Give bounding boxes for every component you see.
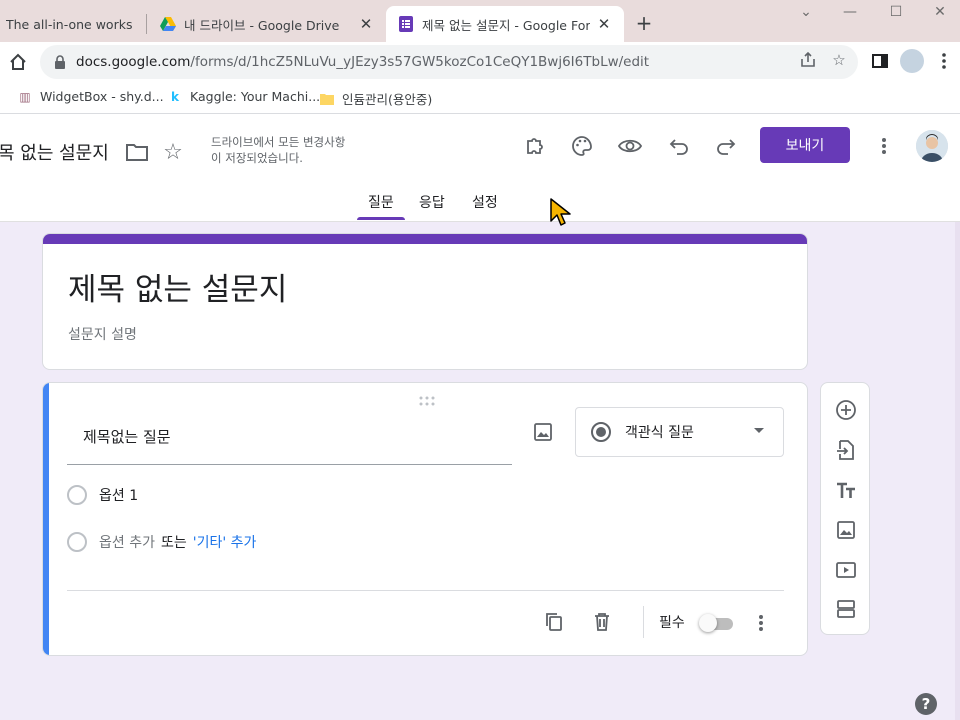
required-toggle[interactable] bbox=[699, 614, 735, 632]
question-card[interactable]: 제목없는 질문 객관식 질문 옵션 1 옵션 추가 또는 '기타' 추가 필수 bbox=[42, 382, 808, 656]
forms-header: 목 없는 설문지 ☆ 드라이브에서 모든 변경사항 이 저장되었습니다. 보내기… bbox=[0, 114, 960, 222]
browser-menu-icon[interactable] bbox=[934, 52, 954, 72]
add-section-icon[interactable] bbox=[834, 597, 858, 621]
question-type-dropdown[interactable]: 객관식 질문 bbox=[575, 407, 784, 457]
add-image-icon[interactable] bbox=[834, 518, 858, 542]
option-row[interactable]: 옵션 1 bbox=[67, 485, 138, 505]
maximize-button[interactable]: ☐ bbox=[876, 4, 916, 24]
close-tab-icon[interactable]: ✕ bbox=[358, 15, 374, 33]
tab-search-icon[interactable]: ⌄ bbox=[786, 4, 826, 24]
bookmark-label: 인듐관리(용안중) bbox=[342, 92, 433, 107]
tab-google-forms[interactable]: 제목 없는 설문지 - Google Form ✕ bbox=[386, 6, 624, 42]
question-more-options-icon[interactable] bbox=[753, 612, 769, 634]
add-video-icon[interactable] bbox=[834, 558, 858, 582]
bookmark-star-icon[interactable]: ☆ bbox=[830, 51, 848, 69]
add-option-link[interactable]: 옵션 추가 bbox=[99, 532, 155, 552]
help-icon[interactable]: ? bbox=[915, 693, 937, 715]
tab-settings[interactable]: 설정 bbox=[472, 192, 498, 212]
google-drive-icon bbox=[160, 16, 176, 32]
tab-title: 내 드라이브 - Google Drive bbox=[184, 17, 340, 33]
add-option-row: 옵션 추가 또는 '기타' 추가 bbox=[67, 532, 256, 552]
bookmark-widgetbox[interactable]: ▥ WidgetBox - shy.d... bbox=[18, 89, 164, 104]
duplicate-icon[interactable] bbox=[542, 610, 566, 634]
lock-icon bbox=[54, 55, 66, 69]
tab-title: The all-in-one worksp bbox=[6, 16, 132, 32]
customize-theme-palette-icon[interactable] bbox=[570, 134, 594, 158]
dropdown-arrow-icon bbox=[754, 428, 764, 433]
url-path: /forms/d/1hcZ5NLuVu_yJEzy3s57GW5kozCo1Ce… bbox=[190, 54, 650, 70]
floating-toolbar bbox=[820, 382, 870, 635]
addons-puzzle-icon[interactable] bbox=[523, 134, 547, 158]
radio-circle-icon bbox=[67, 532, 87, 552]
bookmarks-bar: ▥ WidgetBox - shy.d... k Kaggle: Your Ma… bbox=[0, 82, 960, 114]
add-image-icon[interactable] bbox=[531, 420, 555, 444]
theme-color-bar bbox=[43, 234, 807, 244]
close-window-button[interactable]: ✕ bbox=[920, 4, 960, 24]
bookmark-kaggle[interactable]: k Kaggle: Your Machi... bbox=[168, 89, 320, 104]
kaggle-icon: k bbox=[171, 89, 179, 104]
undo-icon[interactable] bbox=[667, 134, 691, 158]
move-to-folder-icon[interactable] bbox=[125, 140, 149, 164]
google-forms-icon bbox=[398, 16, 414, 32]
url-host: docs.google.com bbox=[76, 54, 191, 70]
footer-separator bbox=[643, 606, 644, 638]
form-title-card[interactable]: 제목 없는 설문지 설문지 설명 bbox=[42, 233, 808, 370]
active-tab-indicator bbox=[357, 217, 405, 220]
save-status: 드라이브에서 모든 변경사항 이 저장되었습니다. bbox=[211, 134, 345, 166]
bookmark-label: Kaggle: Your Machi... bbox=[190, 89, 321, 104]
document-title[interactable]: 목 없는 설문지 bbox=[0, 139, 109, 165]
drag-handle-icon[interactable] bbox=[418, 391, 436, 406]
url-input[interactable]: docs.google.com/forms/d/1hcZ5NLuVu_yJEzy… bbox=[40, 45, 858, 79]
save-status-line: 드라이브에서 모든 변경사항 bbox=[211, 135, 346, 149]
share-icon[interactable] bbox=[799, 51, 817, 69]
tab-notion[interactable]: The all-in-one worksp bbox=[0, 6, 144, 42]
send-button[interactable]: 보내기 bbox=[760, 127, 850, 163]
add-question-icon[interactable] bbox=[834, 398, 858, 422]
side-panel-icon[interactable] bbox=[870, 52, 890, 72]
question-footer-divider bbox=[67, 590, 784, 591]
add-other-link[interactable]: '기타' 추가 bbox=[193, 532, 257, 552]
home-icon[interactable] bbox=[8, 52, 28, 72]
new-tab-button[interactable]: + bbox=[632, 12, 656, 36]
widgetbox-icon: ▥ bbox=[19, 89, 31, 104]
form-title[interactable]: 제목 없는 설문지 bbox=[68, 264, 287, 309]
tab-questions[interactable]: 질문 bbox=[368, 192, 394, 212]
mouse-cursor-icon bbox=[549, 197, 573, 229]
close-tab-icon[interactable]: ✕ bbox=[596, 15, 612, 33]
page-scrollbar[interactable] bbox=[955, 222, 960, 720]
bookmark-folder[interactable]: 인듐관리(용안중) bbox=[320, 89, 432, 108]
folder-icon bbox=[320, 92, 334, 106]
radio-circle-icon bbox=[67, 485, 87, 505]
or-text: 또는 bbox=[160, 535, 187, 551]
bookmark-label: WidgetBox - shy.d... bbox=[40, 89, 164, 104]
browser-tab-bar: The all-in-one worksp 내 드라이브 - Google Dr… bbox=[0, 0, 960, 42]
address-bar-row: docs.google.com/forms/d/1hcZ5NLuVu_yJEzy… bbox=[0, 42, 960, 82]
question-title-text: 제목없는 질문 bbox=[83, 428, 171, 446]
option-label[interactable]: 옵션 1 bbox=[99, 485, 138, 505]
toggle-knob bbox=[699, 614, 717, 632]
account-avatar[interactable] bbox=[916, 130, 948, 162]
question-type-label: 객관식 질문 bbox=[625, 425, 694, 441]
profile-avatar[interactable] bbox=[900, 49, 924, 73]
tab-separator bbox=[146, 14, 147, 34]
delete-icon[interactable] bbox=[590, 610, 614, 634]
preview-eye-icon[interactable] bbox=[618, 134, 642, 158]
tab-title: 제목 없는 설문지 - Google Form bbox=[422, 17, 590, 33]
minimize-button[interactable]: — bbox=[830, 4, 870, 24]
question-title-input[interactable]: 제목없는 질문 bbox=[67, 410, 512, 465]
tab-responses[interactable]: 응답 bbox=[419, 192, 445, 212]
star-icon[interactable]: ☆ bbox=[161, 140, 185, 165]
more-options-icon[interactable] bbox=[876, 134, 892, 158]
save-status-line: 이 저장되었습니다. bbox=[211, 151, 303, 165]
radio-button-icon bbox=[590, 421, 612, 443]
add-title-text-icon[interactable] bbox=[834, 479, 858, 503]
form-description-field[interactable]: 설문지 설명 bbox=[68, 324, 137, 344]
required-label: 필수 bbox=[659, 615, 685, 631]
redo-icon[interactable] bbox=[714, 134, 738, 158]
active-question-indicator bbox=[43, 383, 49, 655]
import-questions-icon[interactable] bbox=[834, 438, 858, 462]
tab-google-drive[interactable]: 내 드라이브 - Google Drive ✕ bbox=[148, 6, 386, 42]
